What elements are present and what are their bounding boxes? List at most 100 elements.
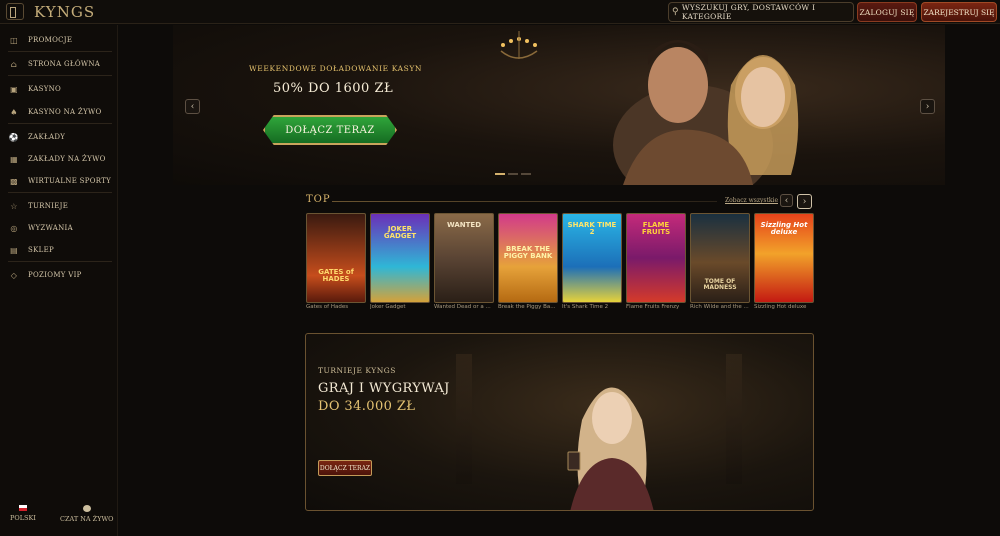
search-input[interactable]: ⚲ WYSZUKUJ GRY, DOSTAWCÓW I KATEGORIE — [668, 2, 854, 22]
sidebar-item-label: SKLEP — [28, 246, 54, 254]
sidebar-item-label: WIRTUALNE SPORTY — [28, 177, 112, 185]
chat-label: CZAT NA ŻYWO — [60, 515, 114, 523]
sidebar-item-label: KASYNO — [28, 85, 62, 93]
sidebar-item-label: STRONA GŁÓWNA — [28, 60, 101, 68]
top-bar: KYNGS ⚲ WYSZUKUJ GRY, DOSTAWCÓW I KATEGO… — [0, 0, 1000, 24]
poland-flag-icon — [18, 505, 27, 511]
top-section-title: TOP — [306, 194, 331, 205]
shop-icon: ▤ — [10, 245, 18, 255]
divider — [8, 123, 112, 124]
game-title[interactable]: Gates of Hades — [306, 304, 368, 310]
game-tile[interactable]: FLAME FRUITS — [626, 213, 686, 303]
hero-next-arrow-icon[interactable]: › — [920, 99, 935, 114]
divider — [8, 192, 112, 193]
hero-pagination — [495, 173, 531, 175]
game-tile[interactable]: BREAK THE PIGGY BANK — [498, 213, 558, 303]
logo[interactable]: KYNGS — [34, 3, 95, 21]
hero-banner[interactable]: WEEKENDOWE DOŁADOWANIE KASYN 50% DO 1600… — [173, 25, 945, 185]
virtual-icon: ▩ — [10, 176, 18, 186]
sidebar-item-home[interactable]: ⌂ STRONA GŁÓWNA — [8, 57, 100, 71]
sidebar: ◫ PROMOCJE ⌂ STRONA GŁÓWNA ▣ KASYNO ♠ KA… — [0, 25, 118, 536]
game-art-text: FLAME FRUITS — [641, 221, 671, 237]
tournament-woman-image — [567, 387, 654, 510]
game-title[interactable]: Wanted Dead or a ... — [434, 304, 496, 310]
ball-icon: ⚽ — [8, 132, 20, 142]
promo-amount: DO 34.000 ZŁ — [318, 399, 416, 414]
game-tile[interactable]: TOME OF MADNESS — [690, 213, 750, 303]
sidebar-item-poziomy-vip[interactable]: ◇ POZIOMY VIP — [8, 268, 82, 282]
game-title[interactable]: Joker Gadget — [370, 304, 432, 310]
game-title[interactable]: Break the Piggy Ba... — [498, 304, 560, 310]
sidebar-item-kasyno[interactable]: ▣ KASYNO — [8, 82, 61, 96]
language-label: POLSKI — [10, 514, 36, 522]
game-art-text: TOME OF MADNESS — [703, 278, 737, 292]
hero-dot[interactable] — [521, 173, 531, 175]
game-title[interactable]: Flame Fruits Frenzy — [626, 304, 688, 310]
language-selector[interactable]: POLSKI — [10, 505, 36, 522]
live-chat-button[interactable]: CZAT NA ŻYWO — [60, 505, 114, 523]
pillar-decoration — [456, 354, 472, 484]
game-tile[interactable]: GATES of HADES — [306, 213, 366, 303]
chandelier-image — [500, 31, 538, 59]
game-art-text: Sizzling Hot deluxe — [760, 221, 808, 237]
top-prev-arrow-icon[interactable]: ‹ — [780, 194, 793, 207]
hero-join-button[interactable]: DOŁĄCZ TERAZ — [263, 115, 397, 145]
home-icon: ⌂ — [10, 59, 18, 69]
hero-title: 50% DO 1600 ZŁ — [273, 81, 394, 96]
hero-couple-image — [613, 40, 799, 185]
hero-dot[interactable] — [508, 173, 518, 175]
sidebar-item-turnieje[interactable]: ☆ TURNIEJE — [8, 199, 68, 213]
game-tile[interactable]: WANTED — [434, 213, 494, 303]
target-icon: ◎ — [10, 223, 18, 233]
game-art-text: GATES of HADES — [318, 268, 354, 284]
sidebar-item-label: TURNIEJE — [28, 202, 69, 210]
game-art-text: WANTED — [446, 221, 482, 229]
login-button[interactable]: ZALOGUJ SIĘ — [857, 2, 917, 22]
tournament-banner[interactable]: TURNIEJE KYNGS GRAJ I WYGRYWAJ DO 34.000… — [305, 333, 814, 511]
sidebar-item-zaklady[interactable]: ⚽ ZAKŁADY — [8, 130, 65, 144]
game-art-text: SHARK TIME 2 — [567, 221, 617, 237]
sidebar-toggle-icon[interactable] — [6, 3, 24, 20]
diamond-icon: ◇ — [10, 270, 18, 280]
sidebar-item-label: KASYNO NA ŻYWO — [28, 108, 102, 116]
hero-prev-arrow-icon[interactable]: ‹ — [185, 99, 200, 114]
sidebar-item-label: ZAKŁADY NA ŻYWO — [28, 155, 106, 163]
hero-dot[interactable] — [495, 173, 505, 175]
gift-icon: ◫ — [10, 35, 18, 45]
dealer-icon: ♠ — [10, 107, 18, 117]
chat-icon — [82, 505, 91, 512]
slot-icon: ▣ — [10, 84, 18, 94]
live-bet-icon: ▦ — [10, 154, 18, 164]
promo-subtitle: TURNIEJE KYNGS — [318, 366, 396, 375]
search-icon: ⚲ — [671, 7, 679, 17]
see-all-link[interactable]: Zobacz wszystkie — [725, 197, 778, 204]
game-art-text: JOKER GADGET — [383, 225, 417, 241]
hero-subtitle: WEEKENDOWE DOŁADOWANIE KASYN — [249, 64, 423, 73]
search-placeholder: WYSZUKUJ GRY, DOSTAWCÓW I KATEGORIE — [681, 3, 816, 21]
game-title[interactable]: It's Shark Time 2 — [562, 304, 624, 310]
game-tile[interactable]: SHARK TIME 2 — [562, 213, 622, 303]
top-games-row: GATES of HADES Gates of Hades JOKER GADG… — [306, 213, 814, 313]
promo-title: GRAJ I WYGRYWAJ — [318, 381, 450, 396]
promo-join-button[interactable]: DOŁĄCZ TERAZ — [318, 460, 372, 476]
game-title[interactable]: Rich Wilde and the ... — [690, 304, 752, 310]
sidebar-item-promocje[interactable]: ◫ PROMOCJE — [8, 33, 72, 47]
sidebar-item-label: PROMOCJE — [28, 36, 73, 44]
sidebar-item-sklep[interactable]: ▤ SKLEP — [8, 243, 54, 257]
sidebar-item-wyzwania[interactable]: ◎ WYZWANIA — [8, 221, 73, 235]
game-art-text: BREAK THE PIGGY BANK — [503, 245, 553, 261]
register-button[interactable]: ZAREJESTRUJ SIĘ — [921, 2, 997, 22]
top-next-arrow-icon[interactable]: › — [797, 194, 812, 209]
game-tile[interactable]: JOKER GADGET — [370, 213, 430, 303]
sidebar-item-label: POZIOMY VIP — [28, 271, 82, 279]
divider — [8, 261, 112, 262]
game-title[interactable]: Sizzling Hot deluxe — [754, 304, 816, 310]
sidebar-item-kasyno-na-zywo[interactable]: ♠ KASYNO NA ŻYWO — [8, 105, 102, 119]
game-tile[interactable]: Sizzling Hot deluxe — [754, 213, 814, 303]
sidebar-item-label: ZAKŁADY — [28, 133, 66, 141]
pillar-decoration — [726, 354, 742, 484]
sidebar-item-zaklady-na-zywo[interactable]: ▦ ZAKŁADY NA ŻYWO — [8, 152, 106, 166]
sidebar-item-label: WYZWANIA — [28, 224, 73, 232]
trophy-icon: ☆ — [10, 201, 18, 211]
sidebar-item-wirtualne-sporty[interactable]: ▩ WIRTUALNE SPORTY — [8, 174, 111, 188]
